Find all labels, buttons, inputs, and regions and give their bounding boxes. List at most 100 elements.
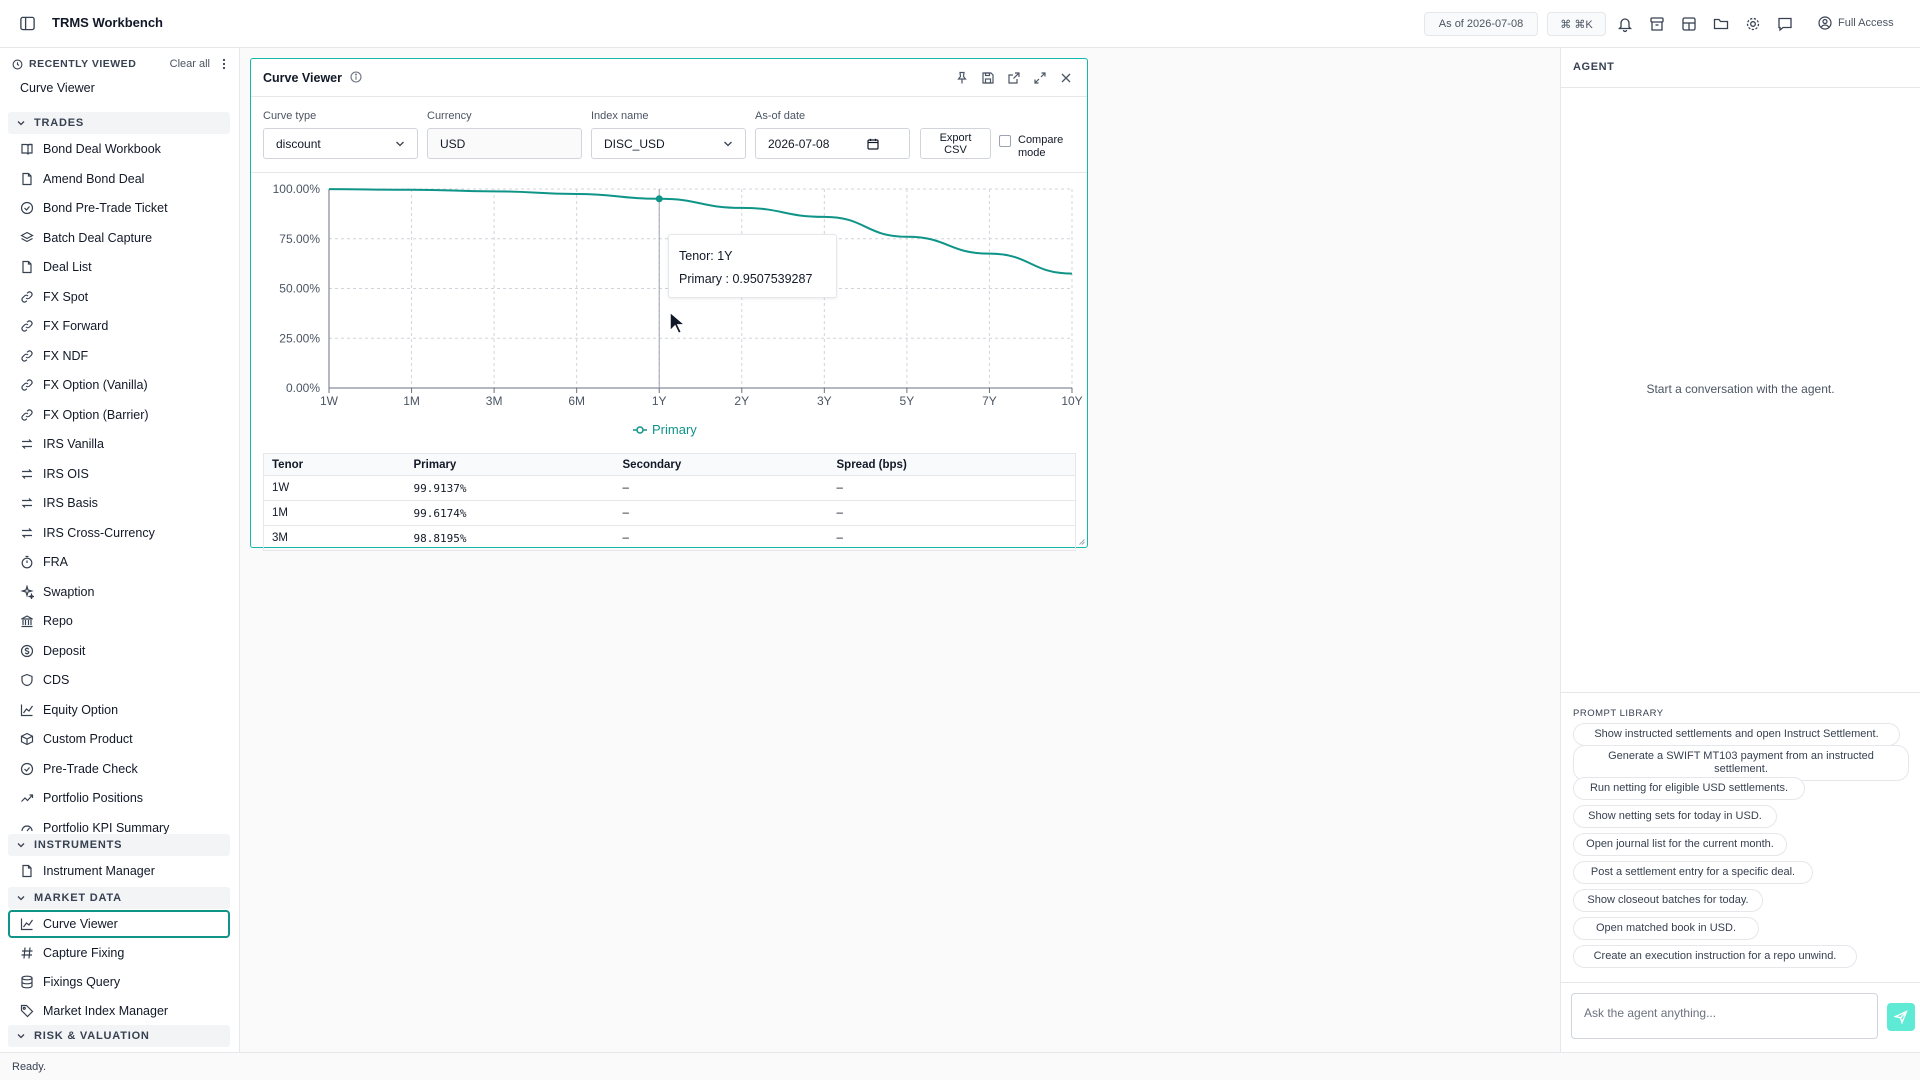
sidebar-item-portfolio-positions[interactable]: Portfolio Positions xyxy=(8,785,230,811)
gear-icon[interactable] xyxy=(1744,15,1762,33)
agent-header: AGENT xyxy=(1561,48,1920,88)
sidebar-item-irs-cross-currency[interactable]: IRS Cross-Currency xyxy=(8,520,230,546)
external-link-icon[interactable] xyxy=(1006,70,1022,86)
column-header-secondary[interactable]: Secondary xyxy=(614,453,829,476)
archive-icon[interactable] xyxy=(1648,15,1666,33)
sidebar-item-fx-spot[interactable]: FX Spot xyxy=(8,284,230,310)
sidebar-item-fx-option-vanilla[interactable]: FX Option (Vanilla) xyxy=(8,372,230,398)
sidebar-item-capture-fixing[interactable]: Capture Fixing xyxy=(8,940,230,966)
history-icon xyxy=(12,59,23,69)
close-icon[interactable] xyxy=(1058,70,1074,86)
prompt-chip[interactable]: Open journal list for the current month. xyxy=(1573,833,1787,856)
table-row[interactable]: 3M 98.8195% – – xyxy=(263,525,1076,551)
x-tick-label: 3M xyxy=(486,394,503,408)
kebab-menu-icon[interactable] xyxy=(222,58,226,70)
access-label: Full Access xyxy=(1838,17,1894,29)
status-bar: Ready. xyxy=(0,1052,1920,1080)
section-instruments[interactable]: INSTRUMENTS xyxy=(8,834,230,856)
prompt-chip[interactable]: Show netting sets for today in USD. xyxy=(1573,805,1777,828)
sidebar-item-market-index-manager[interactable]: Market Index Manager xyxy=(8,998,230,1024)
sidebar-item-pre-trade-check[interactable]: Pre-Trade Check xyxy=(8,756,230,782)
sidebar-item-equity-option[interactable]: Equity Option xyxy=(8,697,230,723)
y-tick-label: 100.00% xyxy=(273,182,321,196)
x-tick-label: 1W xyxy=(320,394,339,408)
sidebar-item-deal-list[interactable]: Deal List xyxy=(8,254,230,280)
sidebar-item-batch-deal-capture[interactable]: Batch Deal Capture xyxy=(8,225,230,251)
column-header-tenor[interactable]: Tenor xyxy=(263,453,406,476)
sidebar-item-fx-option-barrier[interactable]: FX Option (Barrier) xyxy=(8,402,230,428)
calendar-icon[interactable] xyxy=(867,138,879,150)
table-cell: 99.9137% xyxy=(405,475,615,501)
recent-item-curve-viewer[interactable]: Curve Viewer xyxy=(20,81,95,95)
curve-type-select[interactable]: discount xyxy=(263,128,418,159)
document-icon xyxy=(22,864,32,878)
send-button[interactable] xyxy=(1887,1003,1915,1031)
clear-all-button[interactable]: Clear all xyxy=(170,58,210,70)
x-tick-label: 1M xyxy=(403,394,420,408)
export-csv-button[interactable]: Export CSV xyxy=(920,128,991,159)
user-icon xyxy=(1818,16,1832,30)
currency-input[interactable]: USD xyxy=(427,128,582,159)
column-header-spread[interactable]: Spread (bps) xyxy=(828,453,1076,476)
prompt-chip[interactable]: Post a settlement entry for a specific d… xyxy=(1573,861,1813,884)
send-icon xyxy=(1894,1010,1908,1024)
sidebar-item-cds[interactable]: CDS xyxy=(8,667,230,693)
info-icon[interactable] xyxy=(350,71,363,83)
bell-icon[interactable] xyxy=(1616,15,1634,33)
agent-chat-input[interactable]: Ask the agent anything... xyxy=(1571,993,1878,1039)
pin-icon[interactable] xyxy=(954,70,970,86)
table-row[interactable]: 1W 99.9137% – – xyxy=(263,475,1076,501)
as-of-date-badge[interactable]: As of 2026-07-08 xyxy=(1424,12,1538,36)
sidebar-item-irs-basis[interactable]: IRS Basis xyxy=(8,490,230,516)
access-indicator[interactable]: Full Access xyxy=(1818,16,1894,30)
sidebar-item-curve-viewer[interactable]: Curve Viewer xyxy=(8,910,230,938)
as-of-date-input[interactable]: 2026-07-08 xyxy=(755,128,910,159)
prompt-chip[interactable]: Open matched book in USD. xyxy=(1573,917,1759,940)
table-cell: 1M xyxy=(263,500,406,526)
compare-mode-checkbox[interactable] xyxy=(999,135,1011,147)
sidebar-item-repo[interactable]: Repo xyxy=(8,608,230,634)
sidebar: RECENTLY VIEWED Clear all Curve Viewer T… xyxy=(0,48,240,1052)
section-risk-valuation[interactable]: RISK & VALUATION xyxy=(8,1025,230,1047)
sidebar-item-bond-pre-trade-ticket[interactable]: Bond Pre-Trade Ticket xyxy=(8,195,230,221)
curve-type-label: Curve type xyxy=(263,110,317,122)
maximize-icon[interactable] xyxy=(1032,70,1048,86)
column-header-primary[interactable]: Primary xyxy=(405,453,615,476)
x-tick-label: 3Y xyxy=(817,394,832,408)
sidebar-item-amend-bond-deal[interactable]: Amend Bond Deal xyxy=(8,166,230,192)
sidebar-item-irs-vanilla[interactable]: IRS Vanilla xyxy=(8,431,230,457)
chat-icon[interactable] xyxy=(1776,15,1794,33)
section-trades[interactable]: TRADES xyxy=(8,112,230,134)
layout-icon[interactable] xyxy=(1680,15,1698,33)
prompt-library: PROMPT LIBRARY Show instructed settlemen… xyxy=(1561,692,1920,982)
agent-empty-state: Start a conversation with the agent. xyxy=(1646,382,1835,396)
prompt-chip[interactable]: Create an execution instruction for a re… xyxy=(1573,945,1857,968)
x-tick-label: 6M xyxy=(568,394,585,408)
compare-mode-toggle[interactable]: Compare mode xyxy=(999,134,1063,160)
table-row[interactable]: 1M 99.6174% – – xyxy=(263,500,1076,526)
folder-icon[interactable] xyxy=(1712,15,1730,33)
section-market-data[interactable]: MARKET DATA xyxy=(8,887,230,909)
prompt-chip[interactable]: Run netting for eligible USD settlements… xyxy=(1573,777,1805,800)
sidebar-item-deposit[interactable]: Deposit xyxy=(8,638,230,664)
sidebar-toggle-icon[interactable] xyxy=(19,15,36,32)
prompt-chip[interactable]: Generate a SWIFT MT103 payment from an i… xyxy=(1573,745,1909,781)
index-name-select[interactable]: DISC_USD xyxy=(591,128,746,159)
x-tick-label: 5Y xyxy=(900,394,915,408)
command-palette-button[interactable]: ⌘ ⌘K xyxy=(1547,12,1606,36)
sidebar-item-fixings-query[interactable]: Fixings Query xyxy=(8,969,230,995)
sidebar-item-irs-ois[interactable]: IRS OIS xyxy=(8,461,230,487)
save-icon[interactable] xyxy=(980,70,996,86)
sidebar-item-custom-product[interactable]: Custom Product xyxy=(8,726,230,752)
prompt-chip[interactable]: Show instructed settlements and open Ins… xyxy=(1573,723,1900,746)
data-point-1y[interactable] xyxy=(655,195,663,203)
sidebar-item-fx-forward[interactable]: FX Forward xyxy=(8,313,230,339)
sidebar-item-swaption[interactable]: Swaption xyxy=(8,579,230,605)
resize-handle-icon[interactable] xyxy=(1079,539,1085,545)
sidebar-item-fra[interactable]: FRA xyxy=(8,549,230,575)
legend-label-primary[interactable]: Primary xyxy=(652,422,697,437)
sidebar-item-bond-deal-workbook[interactable]: Bond Deal Workbook xyxy=(8,136,230,162)
sidebar-item-instrument-manager[interactable]: Instrument Manager xyxy=(8,858,230,884)
prompt-chip[interactable]: Show closeout batches for today. xyxy=(1573,889,1763,912)
sidebar-item-fx-ndf[interactable]: FX NDF xyxy=(8,343,230,369)
